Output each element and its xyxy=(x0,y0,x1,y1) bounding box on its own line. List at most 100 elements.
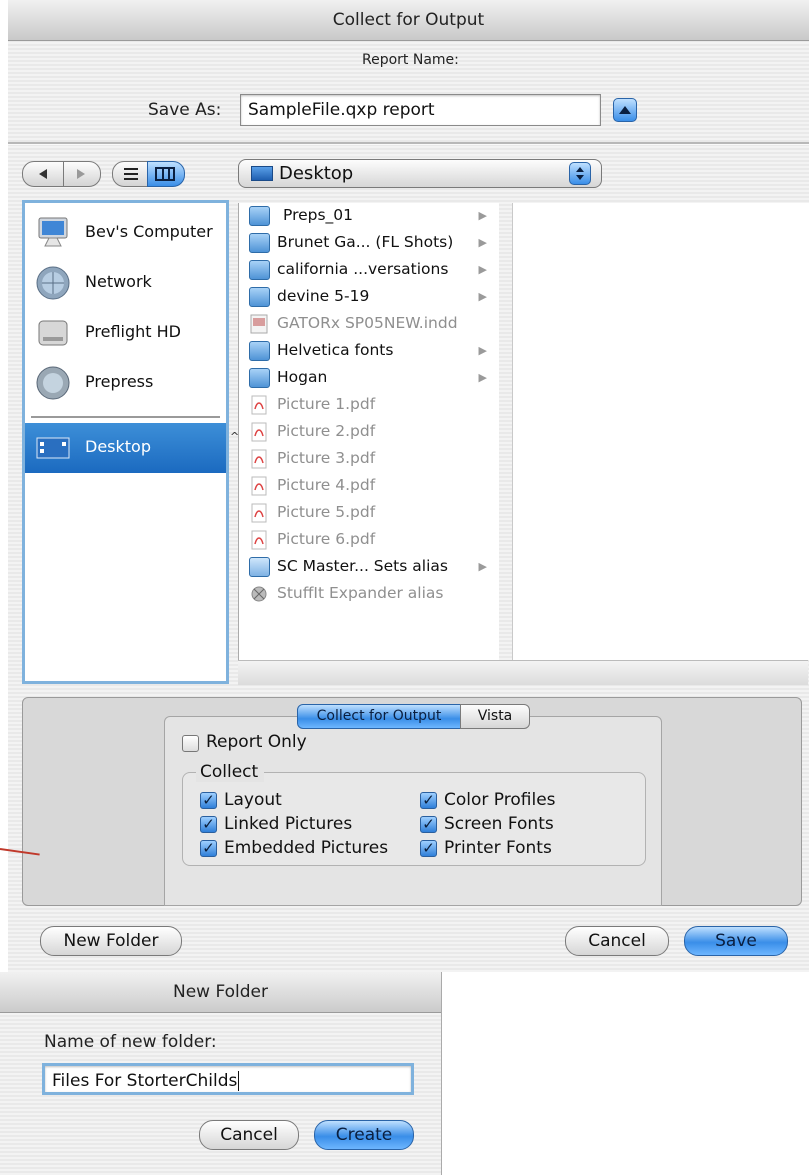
desktop-icon xyxy=(36,437,70,459)
new-folder-button[interactable]: New Folder xyxy=(40,926,182,956)
indd-document-icon xyxy=(250,314,268,334)
disclosure-arrow-icon: ▶ xyxy=(478,263,487,276)
network-volume-icon xyxy=(36,366,70,400)
sidebar-item-preflight-hd[interactable]: Preflight HD xyxy=(25,308,226,358)
printer-fonts-label: Printer Fonts xyxy=(444,838,552,858)
sidebar-item-label: Bev's Computer xyxy=(85,222,213,241)
sidebar-item-label: Desktop xyxy=(85,437,151,456)
list-item[interactable]: Picture 5.pdf xyxy=(249,500,499,527)
sidebar-item-bevs-computer[interactable]: Bev's Computer xyxy=(25,208,226,258)
list-item[interactable]: california ...versations ▶ xyxy=(249,257,499,284)
new-folder-cancel-button[interactable]: Cancel xyxy=(199,1120,299,1150)
folder-icon xyxy=(249,368,270,388)
new-folder-prompt: Name of new folder: xyxy=(44,1032,217,1052)
list-item[interactable]: Picture 4.pdf xyxy=(249,473,499,500)
disclosure-arrow-icon: ▶ xyxy=(478,209,487,222)
sidebar-item-network[interactable]: Network xyxy=(25,258,226,308)
sidebar-item-label: Network xyxy=(85,272,152,291)
save-as-label: Save As: xyxy=(148,100,222,120)
folder-icon xyxy=(249,341,270,361)
folder-name-input[interactable]: Files For StorterChilds xyxy=(42,1063,414,1095)
collect-group-label: Collect xyxy=(196,762,265,782)
sidebar: Bev's Computer Network Preflight HD Prep… xyxy=(22,200,229,684)
list-item[interactable]: GATORx SP05NEW.indd xyxy=(249,311,499,338)
column-view-icon xyxy=(155,167,175,181)
triangle-up-icon xyxy=(619,106,631,114)
network-globe-icon xyxy=(36,266,70,300)
printer-fonts-checkbox[interactable]: ✓ xyxy=(420,840,437,857)
column-view-button[interactable] xyxy=(147,161,185,187)
pdf-icon xyxy=(251,395,267,415)
disclosure-arrow-icon: ▶ xyxy=(478,290,487,303)
embedded-pictures-checkbox[interactable]: ✓ xyxy=(200,840,217,857)
linked-pictures-checkbox[interactable]: ✓ xyxy=(200,816,217,833)
folder-icon xyxy=(249,233,270,253)
linked-pictures-label: Linked Pictures xyxy=(224,814,353,834)
computer-icon xyxy=(38,217,68,247)
pdf-icon xyxy=(251,476,267,496)
horizontal-scrollbar[interactable] xyxy=(238,660,808,685)
list-item[interactable]: Helvetica fonts ▶ xyxy=(249,338,499,365)
screen-fonts-label: Screen Fonts xyxy=(444,814,554,834)
list-item[interactable]: Preps_01 ▶ xyxy=(249,203,499,230)
folder-icon xyxy=(249,287,270,307)
forward-button[interactable] xyxy=(63,161,101,187)
list-item[interactable]: Picture 1.pdf xyxy=(249,392,499,419)
save-as-field[interactable]: SampleFile.qxp report xyxy=(240,94,601,126)
report-only-checkbox[interactable] xyxy=(182,735,199,752)
folder-icon xyxy=(249,206,270,226)
list-item[interactable]: SC Master... Sets alias ▶ xyxy=(249,554,499,581)
location-label: Desktop xyxy=(279,163,354,184)
window-title: Collect for Output xyxy=(8,0,809,41)
color-profiles-label: Color Profiles xyxy=(444,790,556,810)
file-list-column: Preps_01 ▶ Brunet Ga... (FL Shots) ▶ cal… xyxy=(238,203,499,660)
tab-collect-for-output[interactable]: Collect for Output xyxy=(297,704,461,729)
preview-column xyxy=(512,203,809,660)
sidebar-item-prepress[interactable]: Prepress xyxy=(25,358,226,408)
list-item[interactable]: Brunet Ga... (FL Shots) ▶ xyxy=(249,230,499,257)
cancel-button[interactable]: Cancel xyxy=(565,926,669,956)
new-folder-dialog-title: New Folder xyxy=(0,972,441,1013)
folder-alias-icon xyxy=(249,557,270,577)
list-item[interactable]: Picture 2.pdf xyxy=(249,419,499,446)
list-item[interactable]: Hogan ▶ xyxy=(249,365,499,392)
screen-fonts-checkbox[interactable]: ✓ xyxy=(420,816,437,833)
tab-vista[interactable]: Vista xyxy=(460,704,530,729)
location-popup[interactable]: Desktop xyxy=(238,159,602,188)
create-button[interactable]: Create xyxy=(314,1120,414,1150)
hard-drive-icon xyxy=(38,320,68,346)
back-arrow-icon xyxy=(39,169,47,179)
popup-arrows-icon xyxy=(569,162,591,185)
layout-checkbox[interactable]: ✓ xyxy=(200,792,217,809)
disclosure-arrow-icon: ▶ xyxy=(478,371,487,384)
pdf-icon xyxy=(251,503,267,523)
disclosure-arrow-icon: ▶ xyxy=(478,236,487,249)
forward-arrow-icon xyxy=(77,169,85,179)
pdf-icon xyxy=(251,422,267,442)
sidebar-item-label: Prepress xyxy=(85,372,154,391)
report-only-label: Report Only xyxy=(206,732,307,752)
disclosure-arrow-icon: ▶ xyxy=(478,560,487,573)
save-button[interactable]: Save xyxy=(684,926,788,956)
divider xyxy=(8,142,809,145)
list-item[interactable]: devine 5-19 ▶ xyxy=(249,284,499,311)
list-item[interactable]: Picture 3.pdf xyxy=(249,446,499,473)
embedded-pictures-label: Embedded Pictures xyxy=(224,838,389,858)
layout-label: Layout xyxy=(224,790,282,810)
sidebar-item-label: Preflight HD xyxy=(85,322,181,341)
folder-icon xyxy=(249,260,270,280)
sidebar-divider xyxy=(31,416,220,418)
back-button[interactable] xyxy=(22,161,64,187)
pdf-icon xyxy=(251,530,267,550)
color-profiles-checkbox[interactable]: ✓ xyxy=(420,792,437,809)
sidebar-item-desktop[interactable]: Desktop xyxy=(25,423,226,473)
list-item[interactable]: Picture 6.pdf xyxy=(249,527,499,554)
pdf-icon xyxy=(251,449,267,469)
list-view-button[interactable] xyxy=(112,161,148,187)
list-view-icon xyxy=(124,168,138,180)
collapse-dialog-button[interactable] xyxy=(613,98,637,122)
report-name-label: Report Name: xyxy=(362,52,459,68)
disclosure-arrow-icon: ▶ xyxy=(478,344,487,357)
desktop-icon xyxy=(251,166,273,181)
list-item[interactable]: StuffIt Expander alias xyxy=(249,581,499,608)
